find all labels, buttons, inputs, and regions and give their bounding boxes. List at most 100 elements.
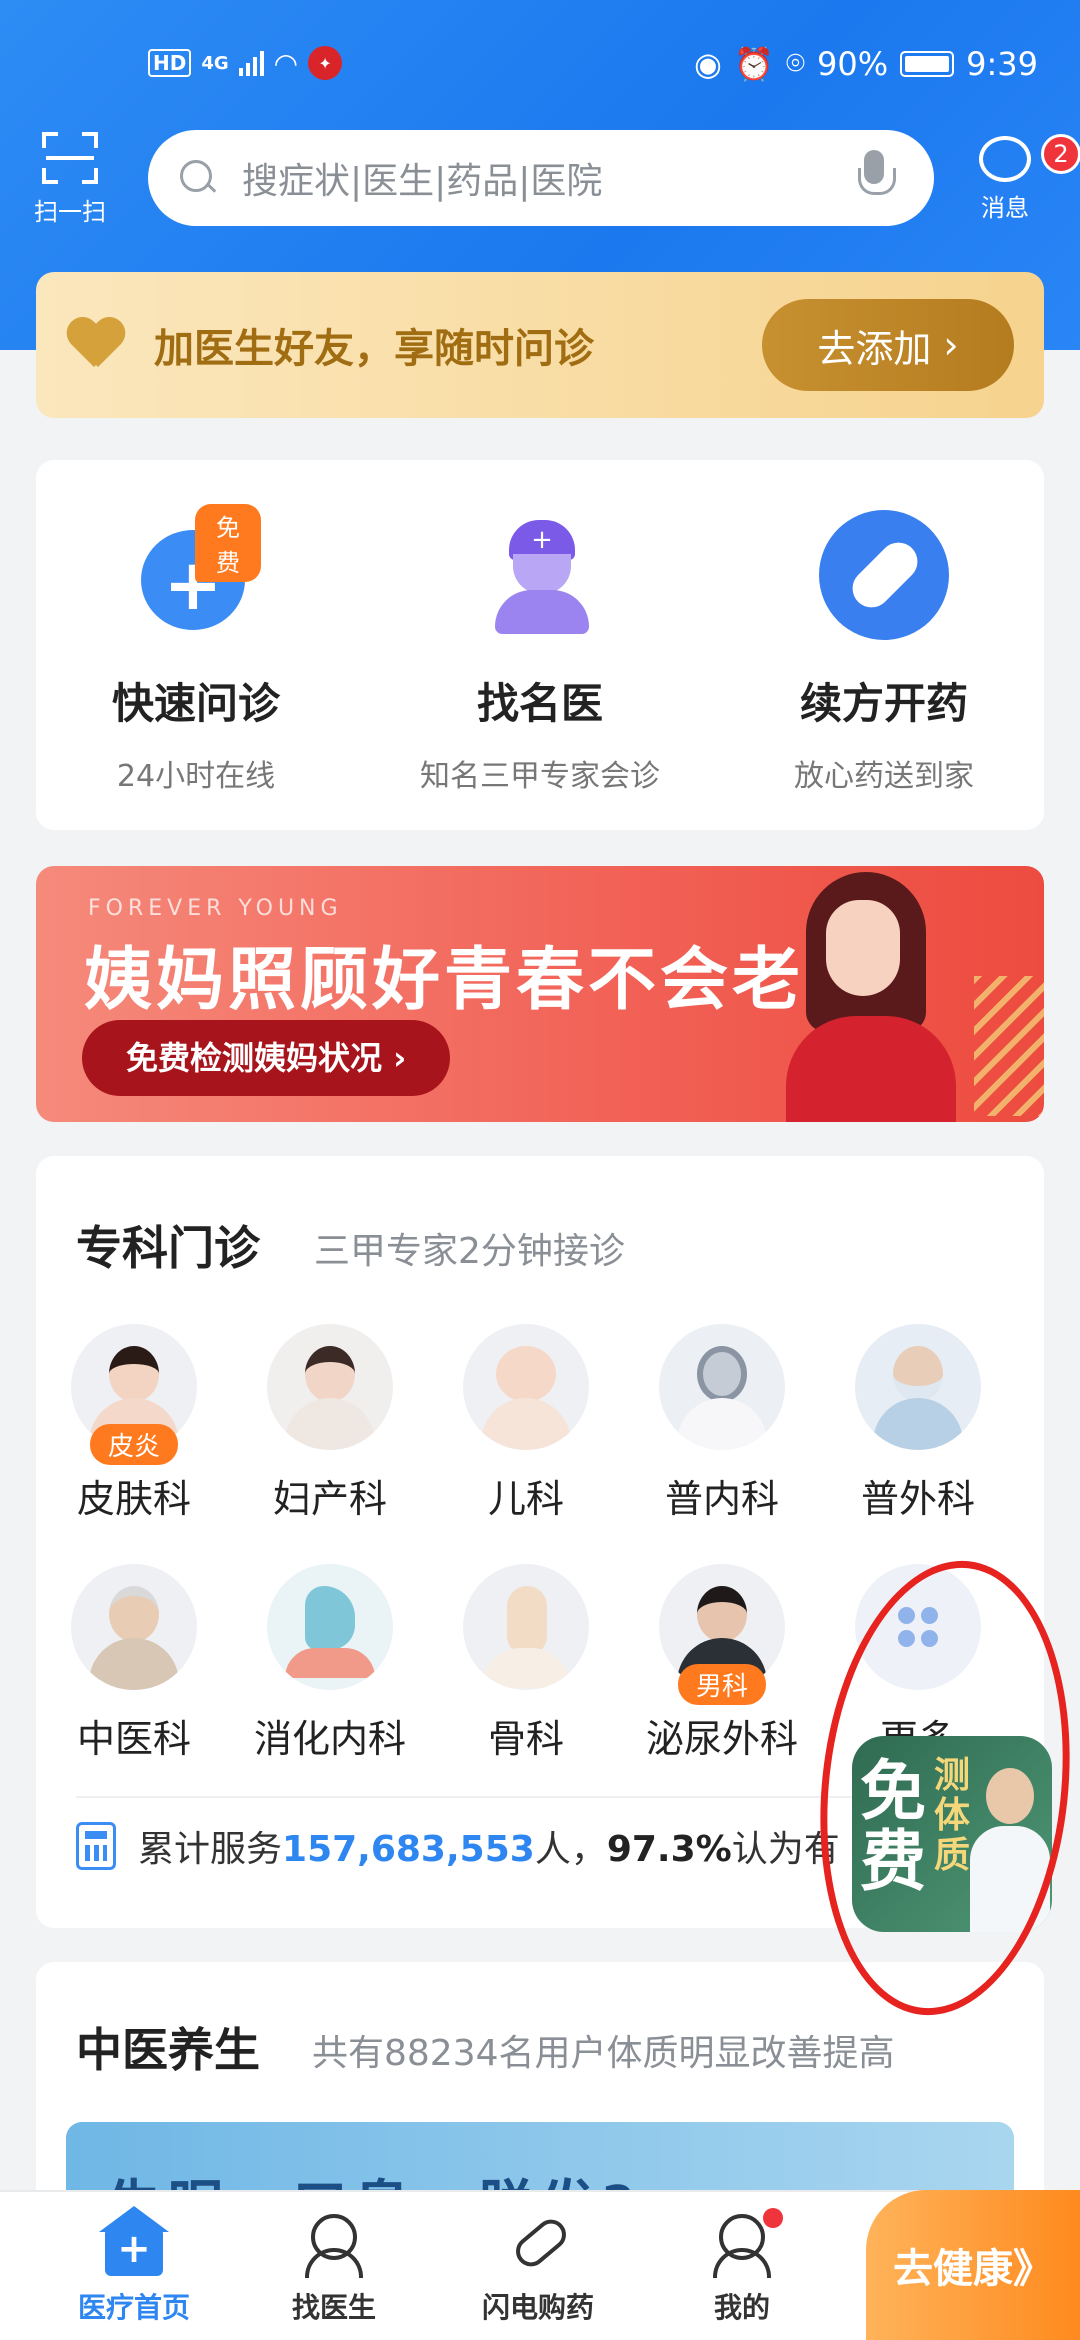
scan-icon	[42, 132, 98, 184]
nav-label: 医疗首页	[77, 2291, 190, 2324]
alarm-icon: ⏰	[733, 44, 774, 83]
woman-illustration	[726, 866, 1044, 1122]
notification-dot	[763, 2208, 783, 2228]
pill-icon	[819, 510, 949, 640]
app-notification-icon: ✦	[308, 46, 343, 80]
add-doctor-friend-banner[interactable]: 加医生好友，享随时问诊 去添加 ›	[36, 272, 1044, 418]
dept-label: 皮肤科	[76, 1477, 191, 1521]
quick-consult-title: 快速问诊	[111, 679, 280, 728]
consult-icon: 免费	[131, 504, 261, 640]
heart-icon	[66, 319, 126, 371]
dept-label: 泌尿外科	[645, 1717, 798, 1761]
nav-profile[interactable]: 我的	[652, 2208, 832, 2326]
find-doctor-item[interactable]: + 找名医 知名三甲专家会诊	[380, 510, 700, 795]
dept-dermatology[interactable]: 皮炎 皮肤科	[36, 1324, 232, 1523]
status-left: HD 4G ◠ ✦	[148, 46, 343, 80]
refill-title: 续方开药	[799, 679, 968, 728]
dept-general-surgery[interactable]: 普外科	[820, 1324, 1016, 1523]
dept-orthopedics[interactable]: 骨科	[428, 1564, 624, 1763]
eye-icon: ◉	[694, 44, 722, 83]
orthopedics-avatar	[463, 1564, 589, 1690]
chevron-right-icon: ›	[943, 323, 959, 367]
promo-button[interactable]: 免费检测姨妈状况 ›	[82, 1020, 451, 1096]
scan-label: 扫一扫	[34, 198, 106, 226]
status-right: ◉ ⏰ ⌾ 90% 9:39	[694, 44, 1038, 83]
stats-unit: 人，	[534, 1829, 607, 1870]
stats-prefix: 累计服务	[138, 1829, 283, 1870]
quick-consult-subtitle: 24小时在线	[116, 759, 276, 794]
promo-banner[interactable]: FOREVER YOUNG 姨妈照顾好青春不会老 免费检测姨妈状况 ›	[36, 866, 1044, 1122]
location-icon: ⌾	[785, 44, 806, 82]
nav-label: 找医生	[291, 2291, 376, 2324]
profile-icon	[709, 2208, 783, 2278]
calculator-icon	[76, 1822, 116, 1870]
specialty-title: 专科门诊	[76, 1221, 260, 1275]
message-icon: 2	[979, 134, 1080, 182]
nav-home[interactable]: 医疗首页	[44, 2206, 224, 2326]
dept-tcm[interactable]: 中医科	[36, 1564, 232, 1763]
quick-consult-item[interactable]: 免费 快速问诊 24小时在线	[36, 504, 356, 795]
microphone-icon[interactable]	[854, 148, 896, 208]
pill-icon	[505, 2208, 573, 2278]
top-bar: 扫一扫 搜症状|医生|药品|医院 2 消息	[0, 130, 1080, 240]
clock: 9:39	[966, 44, 1038, 83]
quick-services-card: 免费 快速问诊 24小时在线 + 找名医 知名三甲专家会诊 续方开药 放心药送到…	[36, 460, 1044, 830]
search-placeholder: 搜症状|医生|药品|医院	[242, 161, 603, 202]
dept-label: 中医科	[76, 1717, 191, 1761]
message-count-badge: 2	[1041, 134, 1080, 174]
promo-title: 姨妈照顾好青春不会老	[84, 940, 805, 1020]
nav-label: 闪电购药	[481, 2291, 594, 2324]
doctor-icon	[301, 2208, 367, 2278]
hd-indicator: HD	[148, 49, 192, 77]
wifi-icon: ◠	[273, 46, 299, 80]
gastroenterology-avatar	[267, 1564, 393, 1690]
doctor-icon: +	[475, 510, 605, 640]
dept-label: 普外科	[860, 1477, 975, 1521]
general-surgery-avatar	[855, 1324, 981, 1450]
add-friend-button[interactable]: 去添加 ›	[762, 299, 1014, 391]
scan-button[interactable]: 扫一扫	[22, 130, 118, 227]
find-doctor-subtitle: 知名三甲专家会诊	[420, 759, 660, 794]
battery-percent: 90%	[817, 44, 889, 83]
nav-label: 我的	[713, 2291, 770, 2324]
nav-find-doctor[interactable]: 找医生	[244, 2208, 424, 2326]
messages-button[interactable]: 2 消息	[960, 130, 1080, 223]
dept-internal-medicine[interactable]: 普内科	[624, 1324, 820, 1523]
dept-label: 妇产科	[272, 1477, 387, 1521]
dept-obstetrics[interactable]: 妇产科	[232, 1324, 428, 1523]
status-bar: HD 4G ◠ ✦ ◉ ⏰ ⌾ 90% 9:39	[0, 0, 1080, 130]
tcm-subtitle: 共有88234名用户体质明显改善提高	[312, 2033, 895, 2074]
dept-label: 消化内科	[253, 1717, 406, 1761]
messages-label: 消息	[981, 194, 1029, 222]
tcm-avatar	[71, 1564, 197, 1690]
tcm-title: 中医养生	[76, 2023, 260, 2077]
dept-pediatrics[interactable]: 儿科	[428, 1324, 624, 1523]
banner-text: 加医生好友，享随时问诊	[154, 326, 594, 372]
dept-urology[interactable]: 男科 泌尿外科	[624, 1564, 820, 1763]
stats-text: 累计服务157,683,553人，97.3%认为有	[138, 1820, 840, 1872]
battery-icon	[900, 50, 955, 77]
specialty-subtitle: 三甲专家2分钟接诊	[314, 1231, 625, 1272]
go-health-button[interactable]: 去健康》	[866, 2190, 1080, 2340]
dept-tag: 男科	[677, 1664, 767, 1705]
dept-label: 骨科	[487, 1717, 564, 1761]
stats-percent: 97.3%	[606, 1829, 732, 1870]
obstetrics-avatar	[267, 1324, 393, 1450]
search-input[interactable]: 搜症状|医生|药品|医院	[148, 130, 934, 226]
nav-buy-medicine[interactable]: 闪电购药	[448, 2208, 628, 2326]
find-doctor-title: 找名医	[476, 679, 603, 728]
signal-icon	[238, 50, 264, 76]
dept-label: 普内科	[664, 1477, 779, 1521]
promo-en-text: FOREVER YOUNG	[88, 896, 343, 921]
refill-prescription-item[interactable]: 续方开药 放心药送到家	[724, 510, 1044, 795]
search-icon	[178, 158, 218, 198]
stats-count: 157,683,553	[282, 1829, 535, 1870]
refill-subtitle: 放心药送到家	[794, 759, 974, 794]
free-badge: 免费	[195, 504, 261, 582]
add-friend-label: 去添加	[817, 326, 932, 371]
network-type: 4G	[201, 52, 229, 74]
home-icon	[99, 2206, 169, 2278]
dept-label: 儿科	[487, 1477, 564, 1521]
internal-medicine-avatar	[659, 1324, 785, 1450]
dept-gastroenterology[interactable]: 消化内科	[232, 1564, 428, 1763]
